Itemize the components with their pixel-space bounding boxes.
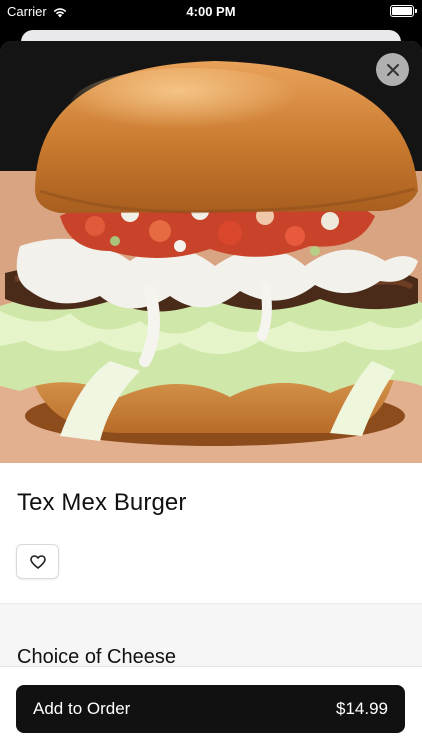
- heart-icon: [29, 554, 46, 569]
- battery-icon: [390, 5, 417, 17]
- close-button[interactable]: [376, 53, 409, 86]
- favorite-button[interactable]: [16, 544, 59, 579]
- item-title: Tex Mex Burger: [17, 489, 187, 516]
- item-detail-sheet: Tex Mex Burger Choice of Cheese Add to O…: [0, 41, 422, 750]
- bottom-order-bar: Add to Order $14.99: [0, 666, 422, 750]
- order-price: $14.99: [336, 699, 388, 718]
- add-to-order-label: Add to Order: [33, 699, 131, 718]
- status-time: 4:00 PM: [186, 4, 236, 19]
- item-image: [0, 41, 422, 463]
- status-bar: Carrier 4:00 PM: [0, 0, 422, 22]
- close-icon: [386, 63, 399, 76]
- add-to-order-button[interactable]: Add to Order $14.99: [16, 685, 405, 733]
